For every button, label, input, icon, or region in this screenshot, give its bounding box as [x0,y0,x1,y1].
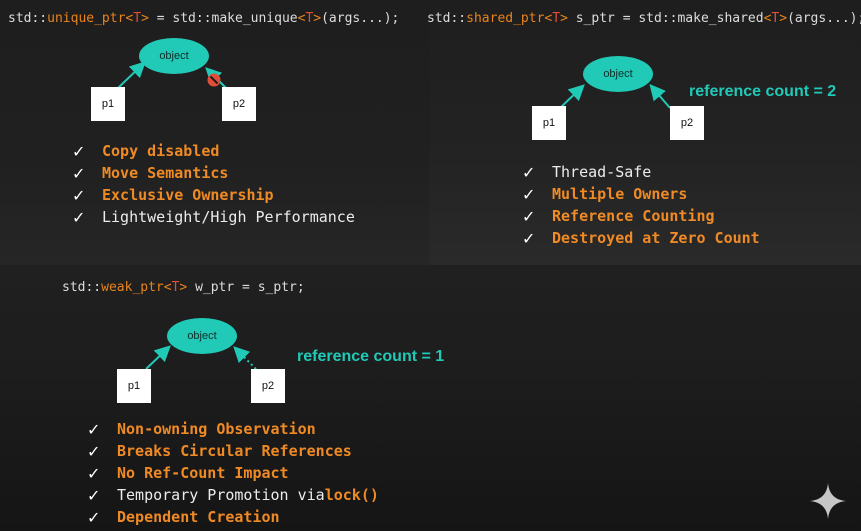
checkmark-icon: ✓ [522,206,536,226]
unique-p1-box: p1 [91,87,125,121]
feature-item: ✓ Non-owning Observation [87,419,316,439]
feature-item: ✓ Temporary Promotion via lock() [87,485,379,505]
feature-item: ✓ Reference Counting [522,206,715,226]
unique-ptr-panel: std::unique_ptr<T> = std::make_unique<T>… [0,0,430,265]
feature-item: ✓ Dependent Creation [87,507,280,527]
shared-p2-box: p2 [670,106,704,140]
feature-item: ✓ Lightweight/High Performance [72,207,355,227]
checkmark-icon: ✓ [522,184,536,204]
feature-item: ✓ Destroyed at Zero Count [522,228,760,248]
lock-method-highlight: lock() [324,486,379,504]
unique-object-node: object [139,38,209,74]
p1-to-object-arrow [145,345,171,370]
shared-object-node: object [583,56,653,92]
p1-to-object-arrow [559,84,585,109]
weak-p2-box: p2 [251,369,285,403]
shared-p1-box: p1 [532,106,566,140]
p2-to-object-weak-arrow [233,346,257,370]
p2-to-object-arrow [649,83,671,109]
shared-ptr-panel: std::shared_ptr<T> s_ptr = std::make_sha… [427,0,861,265]
feature-item: ✓ No Ref-Count Impact [87,463,289,483]
feature-item: ✓ Thread-Safe [522,162,652,182]
weak-features-list: ✓ Non-owning Observation ✓ Breaks Circular… [87,418,379,528]
feature-item: ✓ Move Semantics [72,163,229,183]
unique-features-list: ✓ Copy disabled ✓ Move Semantics ✓ Exclusiv… [72,140,355,228]
checkmark-icon: ✓ [87,441,101,461]
weak-ptr-panel: std::weak_ptr<T> w_ptr = s_ptr; object p… [0,265,861,531]
checkmark-icon: ✓ [72,185,86,205]
checkmark-icon: ✓ [72,141,86,161]
feature-item: ✓ Multiple Owners [522,184,688,204]
checkmark-icon: ✓ [522,162,536,182]
weak-ref-count-label: reference count = 1 [297,348,445,365]
p1-to-object-arrow [117,61,146,89]
shared-ref-count-label: reference count = 2 [689,83,837,100]
blocked-icon [207,73,221,87]
checkmark-icon: ✓ [87,463,101,483]
feature-item: ✓ Breaks Circular References [87,441,352,461]
checkmark-icon: ✓ [72,163,86,183]
feature-item: ✓ Exclusive Ownership [72,185,274,205]
unique-p2-box: p2 [222,87,256,121]
checkmark-icon: ✓ [87,485,101,505]
feature-item: ✓ Copy disabled [72,141,220,161]
checkmark-icon: ✓ [522,228,536,248]
checkmark-icon: ✓ [72,207,86,227]
checkmark-icon: ✓ [87,419,101,439]
weak-object-node: object [167,318,237,354]
checkmark-icon: ✓ [87,507,101,527]
weak-p1-box: p1 [117,369,151,403]
sparkle-icon [810,483,846,519]
shared-features-list: ✓ Thread-Safe ✓ Multiple Owners ✓ Reference… [522,161,760,249]
